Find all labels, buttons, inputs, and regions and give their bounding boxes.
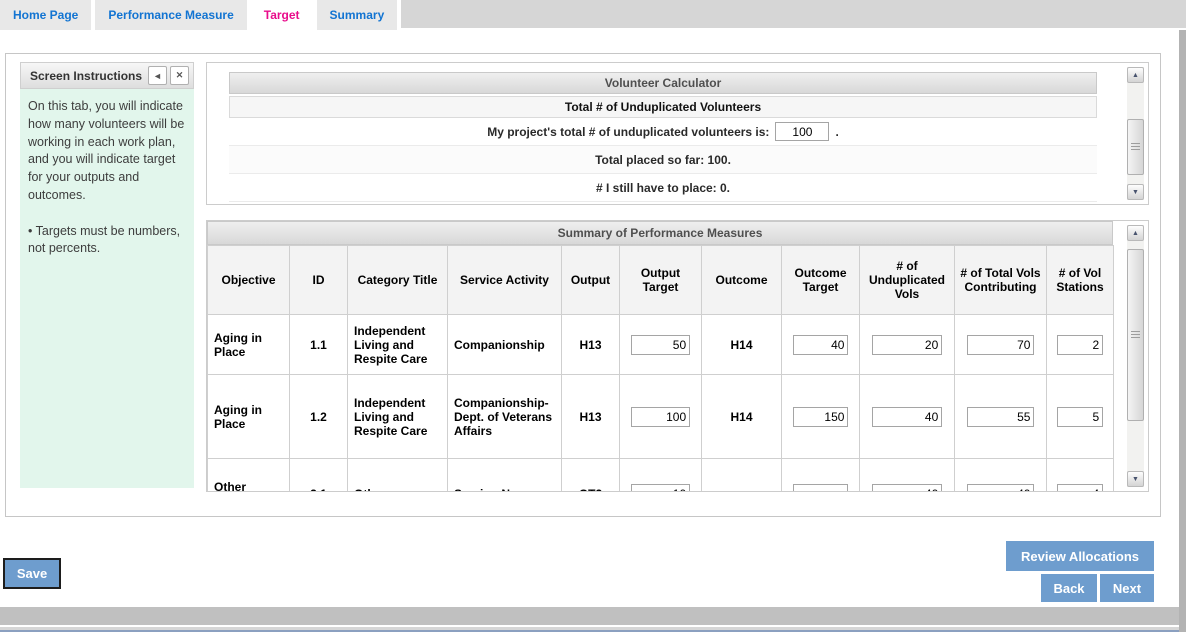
col-outcome: Outcome	[702, 246, 782, 315]
scroll-up-icon[interactable]: ▲	[1127, 225, 1144, 241]
bottom-edge-strip	[0, 627, 1186, 632]
service-activity-cell: Companionship	[448, 315, 562, 375]
screen-instructions-header: Screen Instructions ◄ ✕	[20, 62, 194, 89]
col-objective: Objective	[208, 246, 290, 315]
scroll-down-icon[interactable]: ▼	[1127, 184, 1144, 200]
scroll-up-icon[interactable]: ▲	[1127, 67, 1144, 83]
summary-scrollbar[interactable]: ▲ ▼	[1127, 225, 1144, 487]
summary-scroll-track[interactable]	[1127, 241, 1144, 471]
objective-cell: Aging in Place	[208, 315, 290, 375]
scroll-grip-icon	[1131, 331, 1140, 339]
tab-bar-filler	[401, 0, 1186, 28]
scroll-down-icon[interactable]: ▼	[1127, 471, 1144, 487]
col-output-target: Output Target	[620, 246, 702, 315]
review-allocations-button[interactable]: Review Allocations	[1006, 541, 1154, 571]
tab-target[interactable]: Target	[251, 0, 313, 30]
table-row: Aging in Place 1.1 Independent Living an…	[208, 315, 1114, 375]
id-cell: 1.1	[290, 315, 348, 375]
summary-scroll-thumb[interactable]	[1127, 249, 1144, 421]
vol-stations-input[interactable]	[1057, 335, 1103, 355]
outcome-target-input[interactable]	[793, 407, 849, 427]
next-button[interactable]: Next	[1100, 574, 1154, 602]
output-target-input[interactable]	[631, 484, 690, 493]
total-vols-contributing-input[interactable]	[967, 335, 1035, 355]
unduplicated-vols-input[interactable]	[872, 335, 943, 355]
tab-performance-measure[interactable]: Performance Measure	[95, 0, 246, 30]
objective-cell: Aging in Place	[208, 375, 290, 459]
unduplicated-vols-input[interactable]	[872, 407, 943, 427]
table-header-row: Objective ID Category Title Service Acti…	[208, 246, 1114, 315]
instructions-text: On this tab, you will indicate how many …	[28, 98, 186, 205]
col-category-title: Category Title	[348, 246, 448, 315]
col-vol-stations: # of Vol Stations	[1047, 246, 1114, 315]
still-to-place-row: # I still have to place: 0.	[229, 174, 1097, 202]
collapse-arrow-icon[interactable]: ◄	[148, 66, 167, 85]
performance-measures-table: Objective ID Category Title Service Acti…	[207, 245, 1114, 492]
output-cell: OT2	[562, 459, 620, 493]
col-id: ID	[290, 246, 348, 315]
volunteer-calculator-section: Volunteer Calculator Total # of Unduplic…	[206, 62, 1149, 205]
category-title-cell: Other	[348, 459, 448, 493]
table-row: Aging in Place 1.2 Independent Living an…	[208, 375, 1114, 459]
col-service-activity: Service Activity	[448, 246, 562, 315]
tab-bar: Home Page Performance Measure Target Sum…	[0, 0, 1186, 30]
output-target-input[interactable]	[631, 407, 690, 427]
service-activity-cell: Companionship-Dept. of Veterans Affairs	[448, 375, 562, 459]
scroll-grip-icon	[1131, 143, 1140, 151]
col-total-vols-contributing: # of Total Vols Contributing	[955, 246, 1047, 315]
col-output: Output	[562, 246, 620, 315]
calculator-scroll-track[interactable]	[1127, 83, 1144, 184]
tab-summary[interactable]: Summary	[317, 0, 398, 30]
col-outcome-target: Outcome Target	[782, 246, 860, 315]
total-placed-row: Total placed so far: 100.	[229, 146, 1097, 174]
total-vols-contributing-input[interactable]	[967, 484, 1035, 493]
instructions-note: • Targets must be numbers, not percents.	[28, 223, 186, 259]
summary-title-band: Summary of Performance Measures	[207, 221, 1113, 245]
screen-instructions-title: Screen Instructions	[30, 69, 145, 83]
category-title-cell: Independent Living and Respite Care	[348, 375, 448, 459]
calculator-scroll-thumb[interactable]	[1127, 119, 1144, 175]
outcome-cell	[702, 459, 782, 493]
vol-stations-input[interactable]	[1057, 407, 1103, 427]
output-target-input[interactable]	[631, 335, 690, 355]
unduplicated-vols-input[interactable]	[872, 484, 943, 493]
calculator-title-band: Volunteer Calculator	[229, 72, 1097, 94]
calculator-input-row: My project's total # of unduplicated vol…	[229, 118, 1097, 146]
vol-stations-input[interactable]	[1057, 484, 1103, 493]
tab-home-page[interactable]: Home Page	[0, 0, 91, 30]
calculator-input-label: My project's total # of unduplicated vol…	[487, 125, 769, 139]
table-row: Other Healthy 2.1 Other Serving Non- OT2	[208, 459, 1114, 493]
output-cell: H13	[562, 315, 620, 375]
outcome-target-input[interactable]	[793, 484, 849, 493]
egrants-target-page: Home Page Performance Measure Target Sum…	[0, 0, 1186, 632]
outcome-cell: H14	[702, 315, 782, 375]
id-cell: 2.1	[290, 459, 348, 493]
col-unduplicated-vols: # of Unduplicated Vols	[860, 246, 955, 315]
save-button[interactable]: Save	[3, 558, 61, 589]
screen-instructions-body: On this tab, you will indicate how many …	[20, 89, 194, 488]
calculator-subtitle: Total # of Unduplicated Volunteers	[229, 96, 1097, 118]
performance-measures-section: Summary of Performance Measures Objectiv…	[206, 220, 1149, 492]
close-icon[interactable]: ✕	[170, 66, 189, 85]
status-bar	[0, 607, 1186, 625]
unduplicated-volunteers-input[interactable]	[775, 122, 829, 141]
back-button[interactable]: Back	[1041, 574, 1097, 602]
volunteer-calculator-table: Volunteer Calculator Total # of Unduplic…	[229, 72, 1097, 202]
outcome-cell: H14	[702, 375, 782, 459]
calculator-input-suffix: .	[835, 125, 838, 139]
service-activity-cell: Serving Non-	[448, 459, 562, 493]
calculator-scrollbar[interactable]: ▲ ▼	[1127, 67, 1144, 200]
outcome-target-input[interactable]	[793, 335, 849, 355]
output-cell: H13	[562, 375, 620, 459]
id-cell: 1.2	[290, 375, 348, 459]
total-vols-contributing-input[interactable]	[967, 407, 1035, 427]
right-edge-strip	[1179, 30, 1186, 632]
objective-cell: Other Healthy	[208, 459, 290, 493]
category-title-cell: Independent Living and Respite Care	[348, 315, 448, 375]
